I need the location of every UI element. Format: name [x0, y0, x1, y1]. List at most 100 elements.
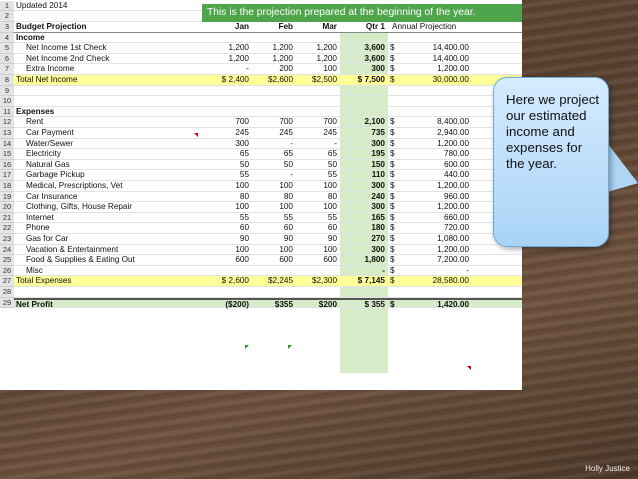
row-label[interactable]: Car Insurance — [26, 192, 214, 202]
annual-cell[interactable]: 1,200.00 — [402, 139, 472, 149]
row-label[interactable]: Garbage Pickup — [26, 170, 214, 180]
currency-cell[interactable]: $ — [390, 234, 402, 244]
jan-cell[interactable]: 65 — [204, 149, 252, 159]
qtr1-cell[interactable]: 300 — [340, 202, 388, 212]
feb-cell[interactable]: 90 — [252, 234, 296, 244]
feb-cell[interactable]: 55 — [252, 213, 296, 223]
currency-cell[interactable]: $ — [390, 64, 402, 74]
row-number[interactable]: 6 — [0, 53, 14, 65]
row-number[interactable]: 8 — [0, 75, 14, 86]
mar-cell[interactable]: $2,300 — [296, 276, 340, 286]
qtr1-cell[interactable]: $ 355 — [340, 300, 388, 309]
annual-cell[interactable]: 7,200.00 — [402, 255, 472, 265]
feb-cell[interactable]: $2,245 — [252, 276, 296, 286]
mar-cell[interactable]: $200 — [296, 300, 340, 309]
row-number[interactable]: 26 — [0, 265, 14, 277]
currency-cell[interactable]: $ — [390, 266, 402, 276]
annual-cell[interactable]: 1,200.00 — [402, 202, 472, 212]
feb-cell[interactable] — [252, 266, 296, 276]
jan-cell[interactable]: - — [204, 64, 252, 74]
mar-cell[interactable]: $2,500 — [296, 75, 340, 85]
mar-cell[interactable]: 90 — [296, 234, 340, 244]
feb-cell[interactable]: $2,600 — [252, 75, 296, 85]
row-number[interactable]: 21 — [0, 212, 14, 224]
feb-cell[interactable]: $355 — [252, 300, 296, 309]
qtr1-cell[interactable]: 195 — [340, 149, 388, 159]
currency-cell[interactable]: $ — [390, 139, 402, 149]
currency-cell[interactable]: $ — [390, 255, 402, 265]
updated-label[interactable]: Updated 2014 — [16, 1, 204, 11]
mar-cell[interactable]: 60 — [296, 223, 340, 233]
currency-cell[interactable]: $ — [390, 128, 402, 138]
mar-header[interactable]: Mar — [296, 22, 340, 32]
row-label[interactable]: Total Net Income — [16, 75, 204, 85]
feb-cell[interactable]: 200 — [252, 64, 296, 74]
mar-cell[interactable]: 50 — [296, 160, 340, 170]
annual-cell[interactable]: 1,200.00 — [402, 181, 472, 191]
jan-cell[interactable]: 100 — [204, 245, 252, 255]
feb-cell[interactable]: 1,200 — [252, 43, 296, 53]
currency-cell[interactable]: $ — [390, 245, 402, 255]
jan-cell[interactable]: 700 — [204, 117, 252, 127]
row-number[interactable]: 29 — [0, 297, 14, 309]
row-number[interactable]: 24 — [0, 244, 14, 256]
jan-cell[interactable]: 100 — [204, 202, 252, 212]
jan-cell[interactable]: 60 — [204, 223, 252, 233]
qtr1-cell[interactable]: - — [340, 266, 388, 276]
mar-cell[interactable]: 65 — [296, 149, 340, 159]
mar-cell[interactable]: 100 — [296, 202, 340, 212]
feb-cell[interactable]: 700 — [252, 117, 296, 127]
annual-cell[interactable]: 1,200.00 — [402, 64, 472, 74]
annual-cell[interactable]: 8,400.00 — [402, 117, 472, 127]
row-label[interactable]: Electricity — [26, 149, 214, 159]
row-number[interactable]: 14 — [0, 138, 14, 150]
row-label[interactable]: Net Income 2nd Check — [26, 54, 214, 64]
row-label[interactable]: Vacation & Entertainment — [26, 245, 214, 255]
jan-cell[interactable] — [204, 266, 252, 276]
mar-cell[interactable]: 100 — [296, 245, 340, 255]
qtr1-cell[interactable]: 180 — [340, 223, 388, 233]
annual-cell[interactable]: 30,000.00 — [402, 75, 472, 85]
jan-cell[interactable]: 90 — [204, 234, 252, 244]
feb-cell[interactable]: 100 — [252, 181, 296, 191]
qtr1-cell[interactable]: 1,800 — [340, 255, 388, 265]
jan-cell[interactable]: $ 2,600 — [204, 276, 252, 286]
row-label[interactable]: Net Income 1st Check — [26, 43, 214, 53]
row-number[interactable]: 2 — [0, 11, 14, 22]
row-number[interactable]: 10 — [0, 96, 14, 107]
currency-cell[interactable]: $ — [390, 75, 402, 85]
currency-cell[interactable]: $ — [390, 276, 402, 286]
row-label[interactable]: Phone — [26, 223, 214, 233]
qtr1-cell[interactable]: $ 7,145 — [340, 276, 388, 286]
currency-cell[interactable]: $ — [390, 160, 402, 170]
jan-cell[interactable]: 55 — [204, 213, 252, 223]
annual-cell[interactable]: 600.00 — [402, 160, 472, 170]
jan-cell[interactable]: 50 — [204, 160, 252, 170]
feb-cell[interactable]: 600 — [252, 255, 296, 265]
row-number[interactable]: 15 — [0, 149, 14, 160]
feb-cell[interactable]: 80 — [252, 192, 296, 202]
annual-cell[interactable]: - — [402, 266, 472, 276]
qtr1-cell[interactable]: 3,600 — [340, 54, 388, 64]
jan-cell[interactable]: 245 — [204, 128, 252, 138]
qtr1-cell[interactable]: 110 — [340, 170, 388, 180]
row-number[interactable]: 20 — [0, 202, 14, 213]
feb-cell[interactable]: 65 — [252, 149, 296, 159]
mar-cell[interactable]: 1,200 — [296, 43, 340, 53]
qtr1-cell[interactable]: 735 — [340, 128, 388, 138]
annual-cell[interactable]: 780.00 — [402, 149, 472, 159]
currency-cell[interactable]: $ — [390, 117, 402, 127]
feb-cell[interactable]: 100 — [252, 245, 296, 255]
feb-cell[interactable]: 100 — [252, 202, 296, 212]
row-label[interactable]: Clothing, Gifts, House Repair — [26, 202, 214, 212]
row-number[interactable]: 18 — [0, 181, 14, 192]
row-number[interactable]: 1 — [0, 0, 14, 12]
currency-cell[interactable]: $ — [390, 192, 402, 202]
currency-cell[interactable]: $ — [390, 54, 402, 64]
feb-cell[interactable]: 1,200 — [252, 54, 296, 64]
income-header[interactable]: Income — [16, 33, 204, 43]
row-label[interactable]: Misc — [26, 266, 214, 276]
annual-cell[interactable]: 960.00 — [402, 192, 472, 202]
jan-cell[interactable]: 1,200 — [204, 54, 252, 64]
row-label[interactable]: Gas for Car — [26, 234, 214, 244]
